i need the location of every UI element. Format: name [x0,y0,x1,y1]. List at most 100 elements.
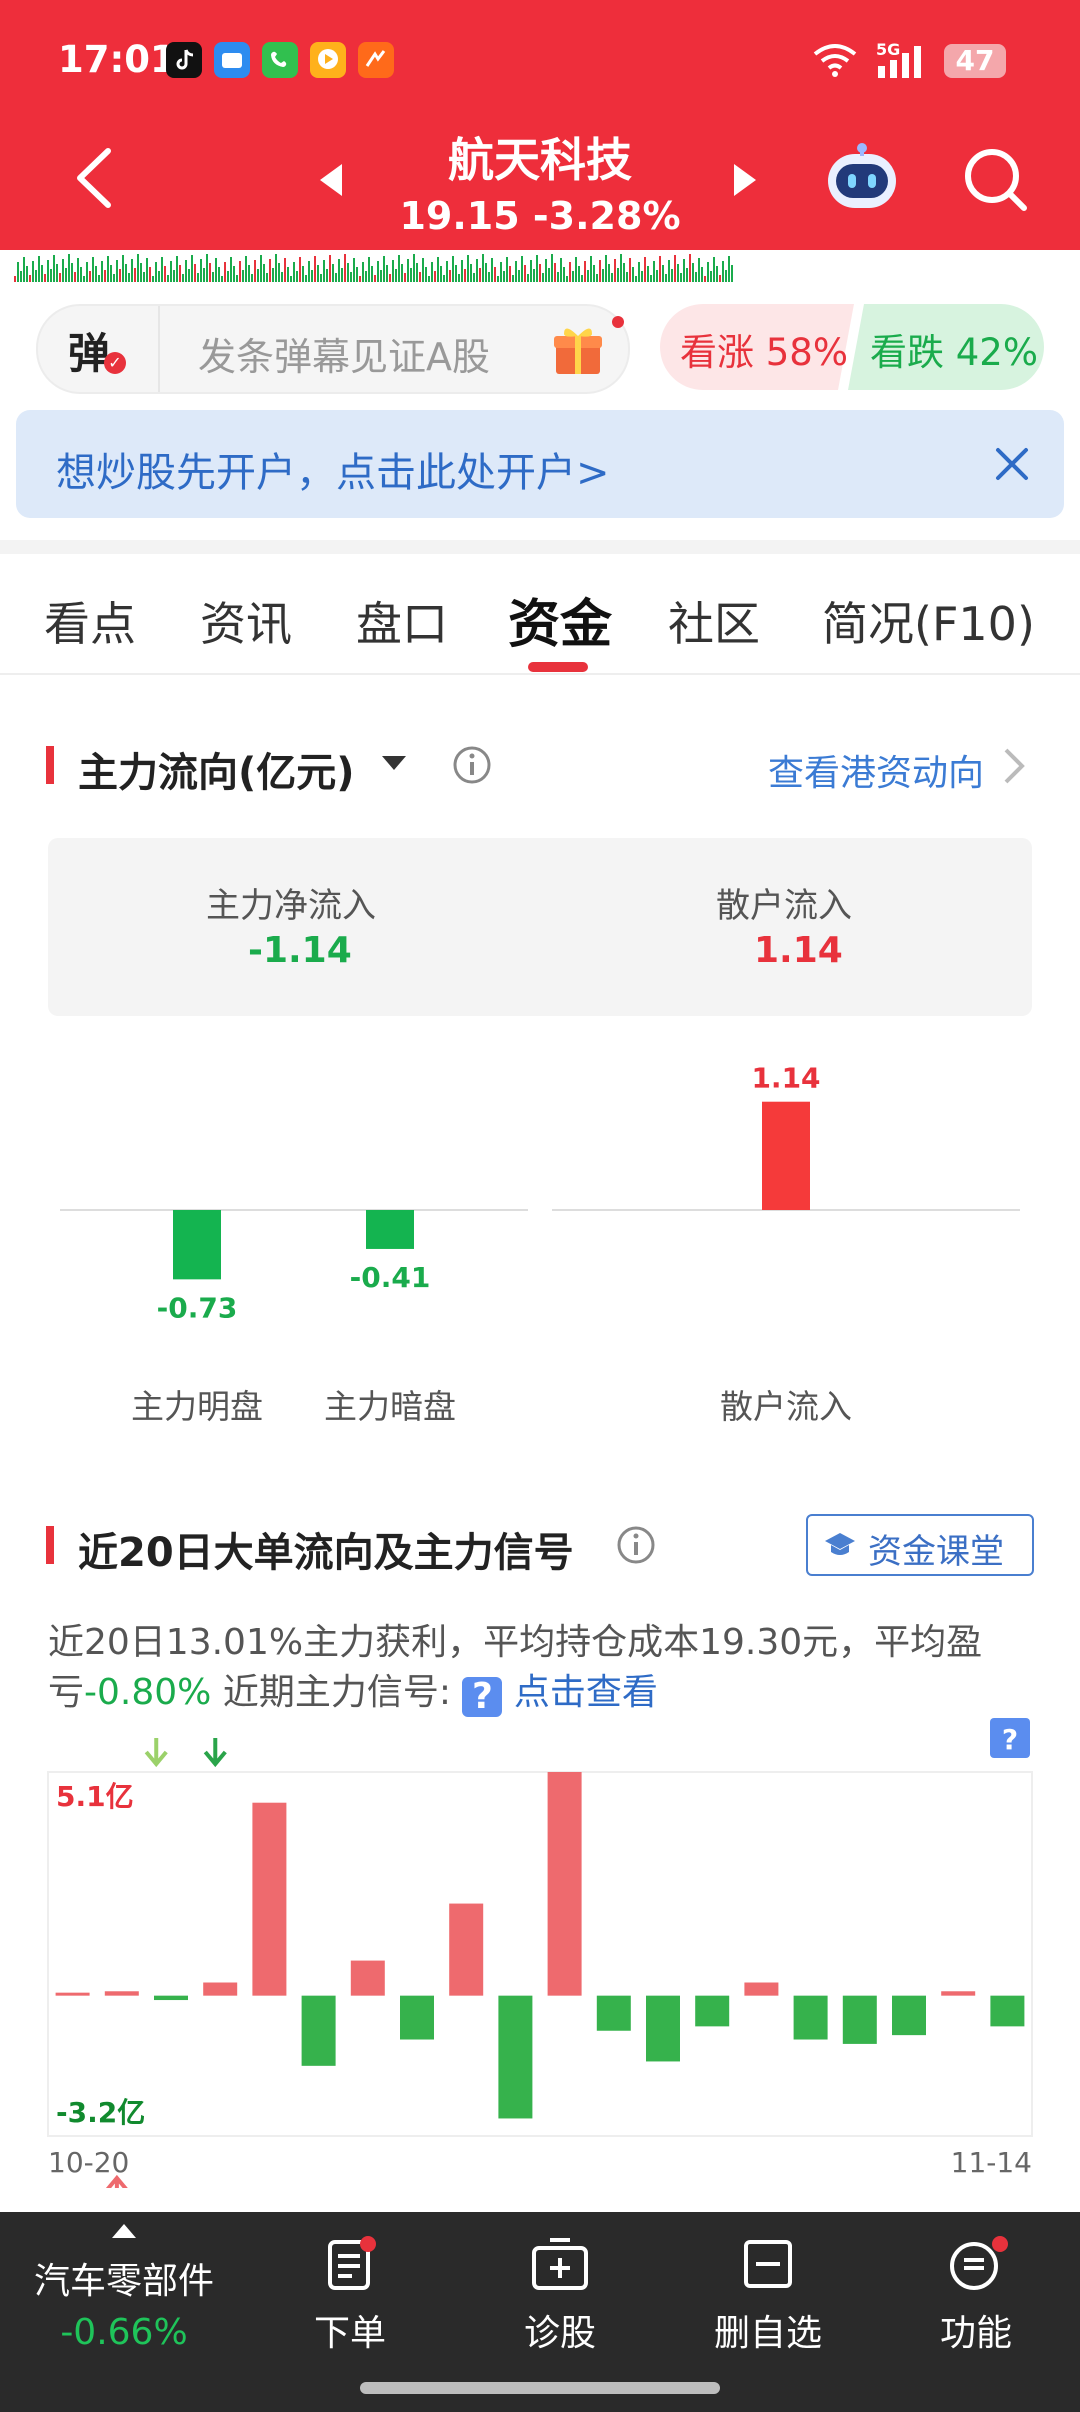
strip-bar [428,276,430,282]
nav-diagnose[interactable]: 诊股 [500,2236,620,2386]
barrage-input-bar[interactable]: 弹 ✓ 发条弹幕见证A股 [36,304,630,394]
strip-bar [593,265,595,282]
strip-bar [176,256,178,282]
signal-desc-text-2: 近期主力信号: [222,1672,451,1713]
assistant-robot-icon[interactable] [822,140,902,216]
strip-bar [695,272,697,282]
strip-bar [407,259,409,282]
diagnose-icon [532,2238,588,2290]
hk-capital-link[interactable]: 查看港资动向 [768,744,984,796]
view-signal-link[interactable]: 点击查看 [514,1672,658,1713]
strip-bar [221,276,223,282]
strip-bar [131,259,133,282]
help-badge[interactable]: ? [462,1677,503,1717]
strip-bar [608,264,610,282]
chevron-right-icon[interactable] [1002,746,1026,786]
strip-bar [431,262,433,282]
flow-value-label: -0.41 [350,1261,431,1294]
strip-bar [287,267,289,282]
strip-bar [65,268,67,282]
bull-label[interactable]: 看涨 58% [680,322,848,376]
section-marker-2 [46,1526,54,1564]
strip-bar [530,260,532,282]
strip-bar [311,270,313,282]
strip-bar [611,273,613,282]
status-time: 17:01 [58,38,176,81]
strip-bar [158,271,160,282]
strip-bar [665,274,667,282]
signal-bar [744,1982,779,1996]
strip-bar [440,266,442,282]
strip-bar [377,261,379,282]
nav-functions-label: 功能 [939,2313,1012,2354]
info-icon-2[interactable] [616,1525,656,1565]
strip-bar [116,260,118,282]
flow-summary-card: 主力净流入 -1.14 散户流入 1.14 [48,838,1032,1016]
strip-bar [155,262,157,282]
strip-bar [227,271,229,282]
strip-bar [677,264,679,282]
strip-bar [542,273,544,282]
signal-bar [104,1991,139,1996]
strip-bar [128,273,130,282]
home-indicator[interactable] [360,2382,720,2394]
strip-bar [290,276,292,282]
strip-bar [134,268,136,282]
strip-bar [599,260,601,282]
signal-bar [301,1995,336,2066]
tab-capital[interactable]: 资金 [508,582,612,657]
nav-remove-watchlist[interactable]: 删自选 [700,2236,836,2386]
gift-icon[interactable] [550,322,606,378]
strip-bar [326,269,328,282]
main-flow-title[interactable]: 主力流向(亿元) [78,740,355,798]
banner-text[interactable]: 想炒股先开户，点击此处开户> [56,440,610,498]
tab-orderbook[interactable]: 盘口 [356,588,448,654]
signal-plot-frame [47,1771,1033,2137]
strip-bar [173,270,175,282]
strip-bar [35,270,37,282]
triangle-right-icon[interactable] [730,160,760,200]
strip-bar [218,267,220,282]
tab-kandian[interactable]: 看点 [44,588,136,654]
strip-bar [620,254,622,282]
bear-label[interactable]: 看跌 42% [870,322,1038,376]
strip-bar [596,274,598,282]
nav-order[interactable]: 下单 [290,2236,410,2386]
barrage-badge[interactable]: 弹 ✓ [38,306,160,392]
strip-bar [539,264,541,282]
strip-bar [368,257,370,282]
flow-category-label: 散户流入 [720,1387,852,1426]
close-icon[interactable] [992,444,1032,484]
strip-bar [395,269,397,282]
capital-course-button[interactable]: 资金课堂 [806,1514,1034,1576]
strip-bar [38,256,40,282]
flow-bar [762,1101,810,1210]
search-icon[interactable] [962,146,1030,214]
strip-bar [308,261,310,282]
strip-bar [251,274,253,282]
strip-bar [728,256,730,282]
dropdown-triangle-icon[interactable] [380,754,408,774]
strip-bar [488,272,490,282]
strip-bar [17,262,19,282]
tiktok-icon [166,42,202,78]
strip-bar [551,254,553,282]
tab-community[interactable]: 社区 [668,588,760,654]
strip-bar [398,255,400,282]
sector-name[interactable]: 汽车零部件 [0,2252,248,2304]
strip-bar [161,257,163,282]
tab-profile-f10[interactable]: 简况(F10) [822,588,1035,654]
strip-bar [29,275,31,282]
phone-icon [262,42,298,78]
tab-news[interactable]: 资讯 [200,588,292,654]
nav-functions[interactable]: 功能 [916,2236,1036,2386]
strip-bar [320,274,322,282]
strip-bar [125,264,127,282]
stock-price-change: 19.15 -3.28% [399,194,681,238]
info-icon[interactable] [452,745,492,785]
strip-bar [518,270,520,282]
strip-bar [581,275,583,282]
strip-bar [278,263,280,282]
open-account-banner[interactable]: 想炒股先开户，点击此处开户> [16,410,1064,518]
strip-bar [62,259,64,282]
